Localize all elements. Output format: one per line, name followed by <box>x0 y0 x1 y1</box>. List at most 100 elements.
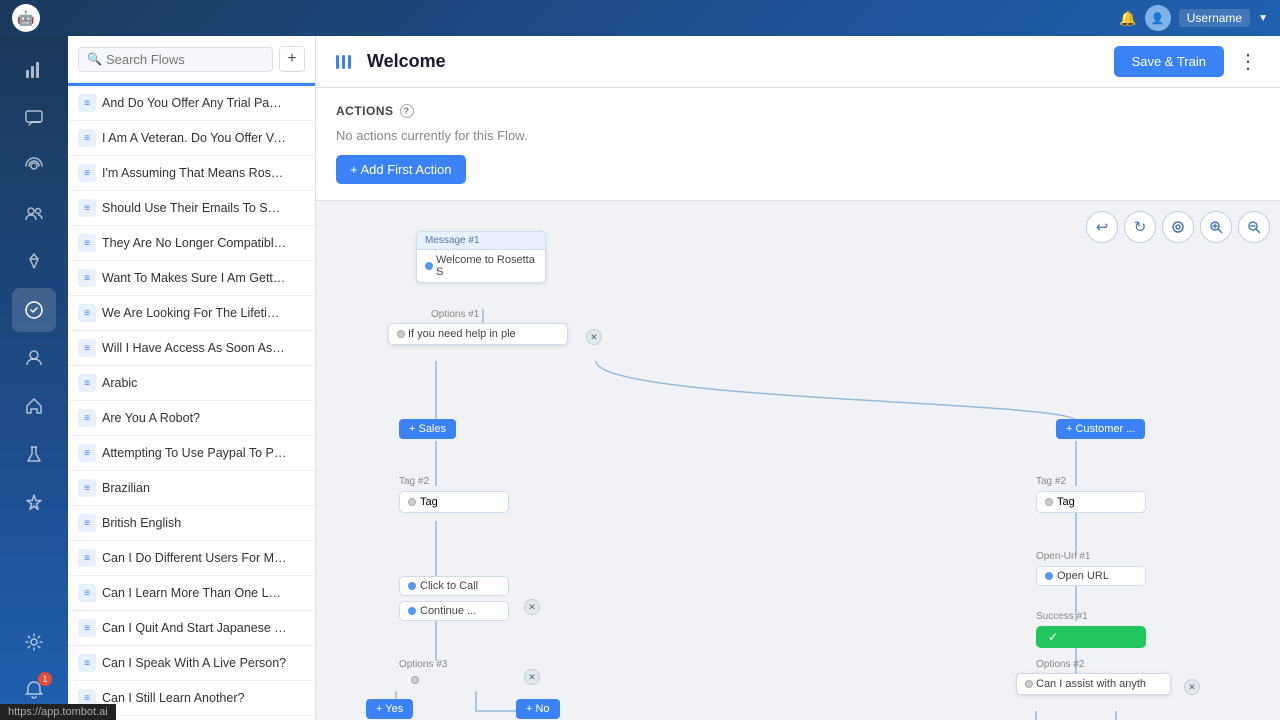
sidebar-item-contacts[interactable] <box>12 336 56 380</box>
sidebar-item-favorites[interactable] <box>12 480 56 524</box>
sidebar-item-home[interactable] <box>12 384 56 428</box>
success-node[interactable]: ✓ <box>1036 626 1146 648</box>
search-box[interactable]: 🔍 <box>78 47 273 72</box>
list-item[interactable]: ≡ And Do You Offer Any Trial Packages <box>68 86 315 121</box>
sidebar-item-chat[interactable] <box>12 96 56 140</box>
tag-right-text: Tag <box>1057 496 1075 508</box>
list-item[interactable]: ≡ We Are Looking For The Lifetime Packag… <box>68 296 315 331</box>
list-item[interactable]: ≡ Can I Learn More Than One Language At … <box>68 576 315 611</box>
tag-2-right-label: Tag #2 <box>1036 476 1066 487</box>
sidebar-item-broadcast[interactable] <box>12 144 56 188</box>
customer-button-node[interactable]: + Customer ... <box>1056 419 1145 439</box>
list-item[interactable]: ≡ Arabic <box>68 366 315 401</box>
node-dot <box>1045 498 1053 506</box>
zoom-out-button[interactable] <box>1238 211 1270 243</box>
list-item[interactable]: ≡ Are You A Robot? <box>68 401 315 436</box>
node-dot <box>1025 680 1033 688</box>
tag-node-right[interactable]: Tag <box>1036 491 1146 513</box>
options-3-label: Options #3 <box>399 659 447 670</box>
continue-node[interactable]: Continue ... <box>399 601 509 621</box>
message-1-node[interactable]: Message #1 Welcome to Rosetta S <box>416 231 546 283</box>
tag-node-left[interactable]: Tag <box>399 491 509 513</box>
list-item[interactable]: ≡ Can I Speak With A Live Person? <box>68 646 315 681</box>
sidebar-item-experiments[interactable] <box>12 432 56 476</box>
options-3-close[interactable]: ✕ <box>524 669 540 685</box>
flow-icon: ≡ <box>78 164 96 182</box>
flow-icon: ≡ <box>78 409 96 427</box>
sidebar-item-analytics[interactable] <box>12 48 56 92</box>
topbar-username[interactable]: Username <box>1179 9 1250 27</box>
undo-button[interactable]: ↩ <box>1086 211 1118 243</box>
options-1-node[interactable]: If you need help in ple <box>388 323 568 345</box>
search-input[interactable] <box>106 52 264 67</box>
sales-button-node[interactable]: + Sales <box>399 419 456 439</box>
success-check-icon: ✓ <box>1048 630 1058 644</box>
canvas-area[interactable]: ↩ ↻ <box>316 201 1280 720</box>
sidebar-item-audience[interactable] <box>12 192 56 236</box>
sidebar-item-settings[interactable] <box>12 620 56 664</box>
click-to-call-text: Click to Call <box>420 580 478 592</box>
sidebar-item-diamond[interactable] <box>12 240 56 284</box>
zoom-fit-button[interactable] <box>1162 211 1194 243</box>
list-item[interactable]: ≡ I Am A Veteran. Do You Offer Veterans … <box>68 121 315 156</box>
topbar: 🤖 🔔 👤 Username ▼ <box>0 0 1280 36</box>
options-1-text: If you need help in ple <box>408 328 516 340</box>
flow-item-label: Can I Still Learn Another? <box>102 691 244 705</box>
list-item[interactable]: ≡ Will I Have Access As Soon As I Purcha… <box>68 331 315 366</box>
flow-list-panel: 🔍 + ≡ And Do You Offer Any Trial Package… <box>68 36 316 720</box>
options-2-close[interactable]: ✕ <box>1184 679 1200 695</box>
list-item[interactable]: ≡ Can I Do Different Users For My Kids?? <box>68 541 315 576</box>
message-1-label: Message #1 <box>425 235 479 246</box>
open-url-node[interactable]: Open URL <box>1036 566 1146 586</box>
options-2-node[interactable]: Can I assist with anyth <box>1016 673 1171 695</box>
click-to-call-node[interactable]: Click to Call <box>399 576 509 596</box>
flow-icon: ≡ <box>78 619 96 637</box>
zoom-in-button[interactable] <box>1200 211 1232 243</box>
flow-icon: ≡ <box>78 304 96 322</box>
flow-item-label: Are You A Robot? <box>102 411 200 425</box>
message-1-text: Welcome to Rosetta S <box>436 254 537 278</box>
add-flow-button[interactable]: + <box>279 46 305 72</box>
topbar-bell-icon[interactable]: 🔔 <box>1119 10 1136 27</box>
list-item[interactable]: ≡ They Are No Longer Compatible With Our… <box>68 226 315 261</box>
message-1-body: Welcome to Rosetta S <box>417 250 545 282</box>
flow-item-label: Should Use Their Emails To Subscribe <box>102 201 287 215</box>
flow-item-label: Can I Do Different Users For My Kids?? <box>102 551 287 565</box>
topbar-avatar: 👤 <box>1145 5 1171 31</box>
list-item[interactable]: ≡ Brazilian <box>68 471 315 506</box>
topbar-dropdown-icon[interactable]: ▼ <box>1258 13 1268 24</box>
no-left-button[interactable]: + No <box>516 699 560 719</box>
sidebar-item-flows[interactable] <box>12 288 56 332</box>
list-item[interactable]: ≡ Can I Quit And Start Japanese The Next… <box>68 611 315 646</box>
redo-button[interactable]: ↻ <box>1124 211 1156 243</box>
flow-list: ≡ And Do You Offer Any Trial Packages ≡ … <box>68 86 315 720</box>
list-item[interactable]: ≡ Want To Makes Sure I Am Getting What I… <box>68 261 315 296</box>
flow-icon: ≡ <box>78 374 96 392</box>
options-1-close[interactable]: ✕ <box>586 329 602 345</box>
node-dot <box>1045 572 1053 580</box>
list-item[interactable]: ≡ Should Use Their Emails To Subscribe <box>68 191 315 226</box>
search-icon: 🔍 <box>87 52 102 66</box>
list-item[interactable]: ≡ British English <box>68 506 315 541</box>
list-item[interactable]: ≡ Attempting To Use Paypal To Pay But, N… <box>68 436 315 471</box>
continue-close[interactable]: ✕ <box>524 599 540 615</box>
flow-item-label: They Are No Longer Compatible With Our M… <box>102 236 287 250</box>
add-first-action-button[interactable]: + Add First Action <box>336 155 466 184</box>
more-options-button[interactable]: ⋮ <box>1232 49 1264 74</box>
flow-item-label: British English <box>102 516 181 530</box>
main-header-right: Save & Train ⋮ <box>1114 46 1264 77</box>
actions-title: ACTIONS ? <box>336 104 1260 118</box>
actions-help-icon[interactable]: ? <box>400 104 414 118</box>
save-train-button[interactable]: Save & Train <box>1114 46 1224 77</box>
tag-2-left-label: Tag #2 <box>399 476 429 487</box>
tag-left-text: Tag <box>420 496 438 508</box>
main-header: Welcome Save & Train ⋮ <box>316 36 1280 88</box>
flow-item-label: We Are Looking For The Lifetime Package <box>102 306 287 320</box>
yes-left-button[interactable]: + Yes <box>366 699 413 719</box>
list-item[interactable]: ≡ I'm Assuming That Means Rosetta Stone … <box>68 156 315 191</box>
options-2-label: Options #2 <box>1036 659 1084 670</box>
flow-item-label: Can I Learn More Than One Language At A … <box>102 586 287 600</box>
flow-item-label: I'm Assuming That Means Rosetta Stone Ca… <box>102 166 287 180</box>
flow-icon: ≡ <box>78 479 96 497</box>
flow-icon: ≡ <box>78 584 96 602</box>
